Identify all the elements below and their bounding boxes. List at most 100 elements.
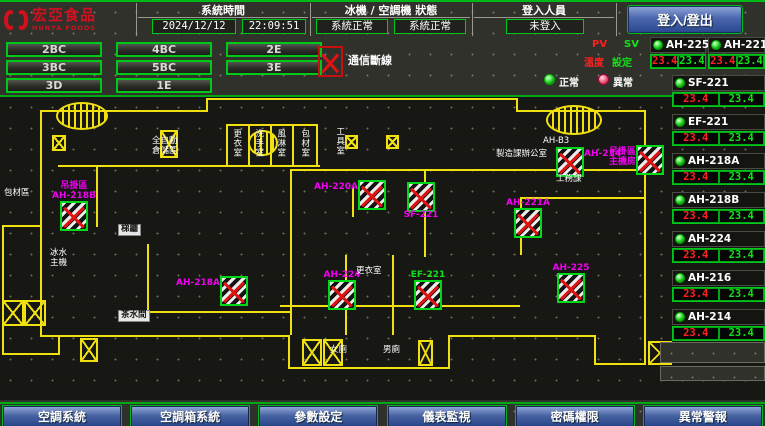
wall-segment — [140, 311, 290, 313]
nav-button-2[interactable]: 參數設定 — [259, 406, 377, 426]
unit-led-icon — [675, 312, 685, 322]
unit-name: AH-214 — [688, 311, 731, 323]
device-label: AH-220A — [314, 183, 358, 193]
room-label: 包材室 — [299, 129, 309, 158]
floor-button-5bc[interactable]: 5BC — [116, 60, 212, 75]
wall-segment — [448, 335, 450, 369]
wall-segment — [392, 255, 394, 335]
device-offline-marker[interactable]: AH-214 — [556, 147, 584, 177]
floor-button-3e[interactable]: 3E — [226, 60, 322, 75]
wall-segment — [96, 165, 98, 227]
wall-segment — [58, 335, 60, 355]
unit-ah-216[interactable]: AH-216 — [672, 270, 765, 286]
wall-segment — [2, 353, 60, 355]
unit-name: AH-224 — [688, 233, 731, 245]
unit-pv-value: 23.4 — [673, 171, 719, 184]
floor-button-4bc[interactable]: 4BC — [116, 42, 212, 57]
unit-values: 23.423.4 — [650, 54, 706, 69]
unit-led-icon — [653, 40, 663, 50]
unit-ah-224[interactable]: AH-224 — [672, 231, 765, 247]
device-offline-marker[interactable]: AH-225 — [557, 273, 585, 303]
system-date-value: 2024/12/12 — [152, 19, 236, 34]
device-offline-marker[interactable]: 吊掛區 AH-218B — [60, 201, 88, 231]
unit-ef-221[interactable]: EF-221 — [672, 114, 765, 130]
room-label: 茶水間 — [118, 310, 150, 322]
door-icon — [345, 135, 358, 149]
device-offline-marker[interactable]: SF-221 — [407, 182, 435, 212]
wall-segment — [147, 244, 149, 311]
door-icon — [418, 340, 433, 366]
unit-sv-value: 23.4 — [719, 210, 765, 223]
device-offline-marker[interactable]: AH-224 — [328, 280, 356, 310]
machine-status-label: 冰機 / 空調機 狀態 — [312, 3, 470, 18]
unit-ah-214[interactable]: AH-214 — [672, 309, 765, 325]
unit-name: AH-225 — [666, 39, 709, 51]
nav-button-1[interactable]: 空調箱系統 — [131, 406, 249, 426]
wall-segment — [40, 335, 98, 337]
wall-segment — [448, 335, 596, 337]
stairs-icon — [546, 105, 602, 135]
door-icon — [80, 338, 98, 362]
comm-offline-icon — [318, 46, 343, 77]
stairs-icon — [56, 102, 108, 130]
floor-button-2e[interactable]: 2E — [226, 42, 322, 57]
header-divider — [136, 3, 137, 36]
unit-pv-value: 23.4 — [673, 132, 719, 145]
wall-segment — [288, 335, 290, 369]
unit-sv-value: 23.4 — [719, 171, 765, 184]
abnormal-led-icon — [598, 74, 609, 85]
device-offline-marker[interactable]: AH-218A — [220, 276, 248, 306]
wall-segment — [316, 124, 318, 167]
unit-values: 23.423.4 — [672, 287, 765, 302]
device-offline-marker[interactable]: AH-221A — [514, 208, 542, 238]
unit-ah-218b[interactable]: AH-218B — [672, 192, 765, 208]
nav-button-5[interactable]: 異常警報 — [644, 406, 762, 426]
header: 宏亞食品 HUNYA FOODS 系統時間 2024/12/12 22:09:5… — [0, 2, 765, 38]
nav-button-3[interactable]: 儀表監視 — [388, 406, 506, 426]
unit-led-icon — [675, 117, 685, 127]
unit-ah-218a[interactable]: AH-218A — [672, 153, 765, 169]
room-label: 風淋室 — [275, 129, 285, 158]
unit-sf-221[interactable]: SF-221 — [672, 75, 765, 91]
unit-sv-value: 23.4 — [719, 132, 765, 145]
unit-pv-value: 23.4 — [673, 210, 719, 223]
device-label: AH-225 — [552, 264, 589, 274]
floor-button-1e[interactable]: 1E — [116, 78, 212, 93]
wall-segment — [2, 225, 42, 227]
unit-ah-225[interactable]: AH-225 — [650, 37, 706, 53]
unit-ah-221a[interactable]: AH-221A — [708, 37, 765, 53]
header-divider — [472, 3, 473, 36]
empty-slot — [660, 342, 765, 363]
nav-button-0[interactable]: 空調系統 — [3, 406, 121, 426]
system-clock-value: 22:09:51 — [242, 19, 306, 34]
unit-sv-value: 23.4 — [719, 288, 765, 301]
unit-sv-value: 23.4 — [737, 55, 765, 68]
wall-segment — [40, 110, 42, 227]
normal-led-icon — [544, 74, 555, 85]
chiller-status-value: 系統正常 — [316, 19, 388, 34]
device-label: 吊掛區 主機房 — [609, 148, 636, 168]
floor-button-2bc[interactable]: 2BC — [6, 42, 102, 57]
wall-segment — [206, 98, 518, 100]
wall-segment — [280, 305, 520, 307]
brand-name-en: HUNYA FOODS — [32, 25, 96, 32]
ahu-status-panel: AH-22523.423.4AH-221A23.423.4SF-22123.42… — [648, 37, 765, 400]
device-offline-marker[interactable]: AH-220A — [358, 180, 386, 210]
floor-button-3bc[interactable]: 3BC — [6, 60, 102, 75]
wall-segment — [288, 367, 450, 369]
login-logout-button[interactable]: 登入/登出 — [628, 6, 742, 33]
unit-values: 23.423.4 — [672, 209, 765, 224]
room-label: 梯廳 — [118, 224, 141, 236]
header-divider — [310, 3, 311, 36]
comm-offline-label: 通信斷線 — [348, 52, 392, 68]
device-offline-marker[interactable]: EF-221 — [414, 280, 442, 310]
normal-led-label: 正常 — [559, 74, 579, 89]
room-label: 更衣室 — [356, 267, 382, 277]
device-label: EF-221 — [411, 271, 446, 281]
floor-button-3d[interactable]: 3D — [6, 78, 102, 93]
header-divider — [616, 3, 617, 36]
nav-button-4[interactable]: 密碼權限 — [516, 406, 634, 426]
room-label: 包材區 — [4, 189, 30, 199]
room-label: 更衣室 — [231, 129, 241, 158]
unit-values: 23.423.4 — [672, 248, 765, 263]
